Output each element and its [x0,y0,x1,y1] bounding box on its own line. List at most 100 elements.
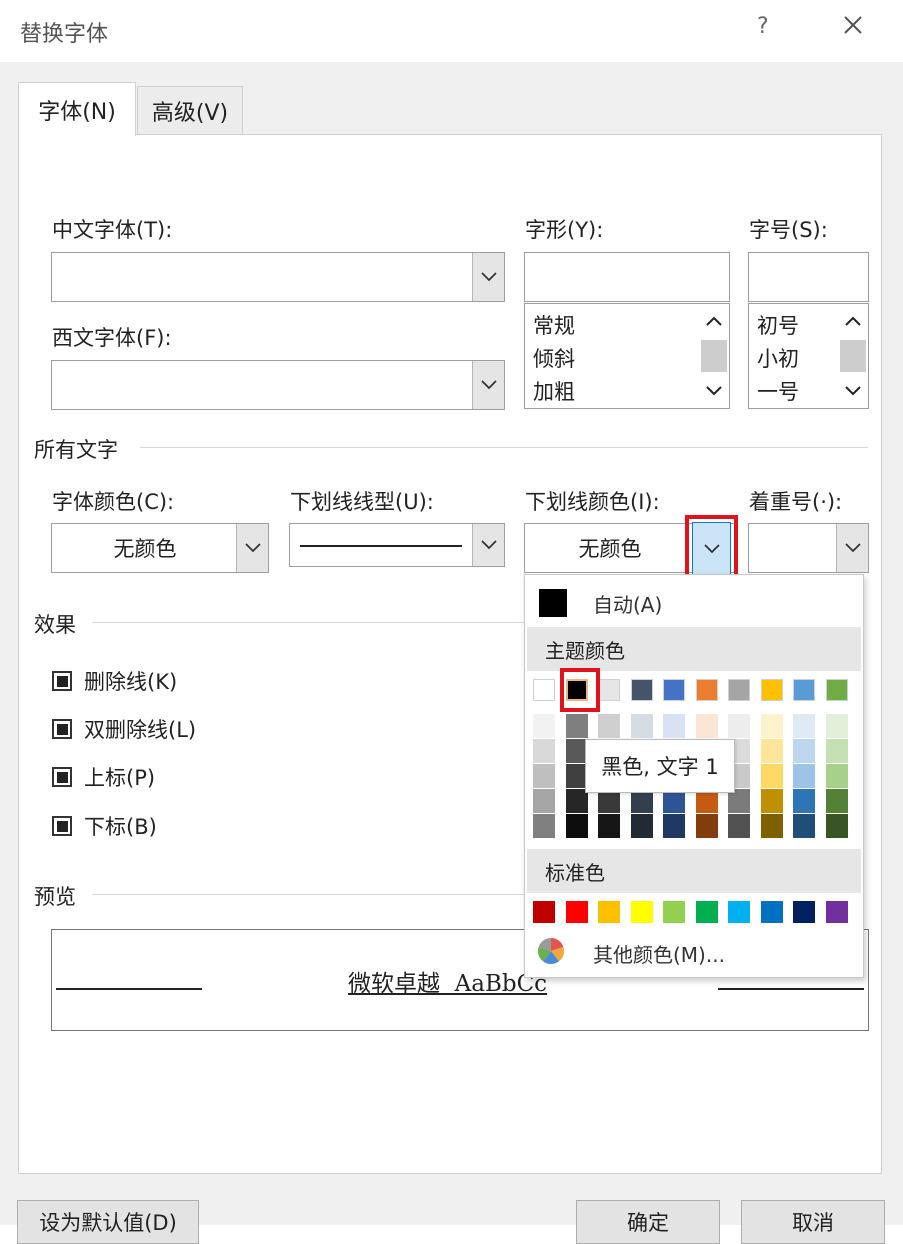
auto-color-label: 自动(A) [593,593,663,617]
theme-color-swatch[interactable] [793,679,815,701]
theme-shade-swatch[interactable] [825,714,848,738]
tab-advanced[interactable]: 高级(V) [137,86,243,134]
standard-color-swatch[interactable] [760,901,783,923]
theme-shade-swatch[interactable] [598,814,620,838]
theme-shade-swatch[interactable] [825,814,848,838]
theme-color-swatch[interactable] [630,679,653,701]
superscript-checkbox[interactable] [52,767,72,787]
standard-color-swatch[interactable] [663,901,685,923]
theme-shade-swatch[interactable] [760,764,783,788]
theme-shade-swatch[interactable] [663,814,685,838]
subscript-checkbox[interactable] [52,816,72,836]
style-item-italic[interactable]: 倾斜 [533,343,575,373]
emphasis-dropdown[interactable] [836,524,868,572]
theme-shade-swatch[interactable] [825,764,848,788]
standard-color-swatch[interactable] [630,901,653,923]
standard-color-swatch[interactable] [793,901,815,923]
theme-shade-swatch[interactable] [760,814,783,838]
chinese-font-dropdown[interactable] [472,253,504,301]
chinese-font-combo[interactable] [51,252,505,302]
theme-shade-swatch[interactable] [565,814,588,838]
theme-shade-swatch[interactable] [793,789,815,813]
theme-shade-swatch[interactable] [630,814,653,838]
tab-font[interactable]: 字体(N) [18,82,136,136]
theme-color-swatch[interactable] [728,679,750,701]
theme-shade-swatch[interactable] [793,764,815,788]
theme-shade-swatch[interactable] [630,714,653,738]
help-button[interactable]: ? [757,14,769,39]
underline-color-dropdown[interactable] [692,522,731,575]
auto-color-option[interactable]: 自动(A) [525,583,863,625]
more-colors-option[interactable]: 其他颜色(M)... [525,929,863,973]
theme-shade-swatch[interactable] [533,789,555,813]
theme-shade-swatch[interactable] [793,814,815,838]
theme-shade-swatch[interactable] [760,714,783,738]
set-default-button[interactable]: 设为默认值(D) [17,1200,199,1244]
chevron-down-icon[interactable] [706,386,722,396]
theme-shade-swatch[interactable] [825,789,848,813]
style-item-regular[interactable]: 常规 [533,310,575,340]
theme-shade-swatch[interactable] [695,714,718,738]
superscript-option[interactable]: 上标(P) [52,762,155,792]
theme-shade-swatch[interactable] [695,814,718,838]
standard-color-swatch[interactable] [598,901,620,923]
underline-style-dropdown[interactable] [472,524,504,566]
size-input[interactable] [748,252,869,302]
theme-shade-swatch[interactable] [533,814,555,838]
standard-color-swatch[interactable] [533,901,555,923]
standard-color-swatch[interactable] [565,901,588,923]
theme-color-swatch[interactable] [663,679,685,701]
style-list[interactable]: 常规 倾斜 加粗 [524,303,730,409]
theme-color-swatch[interactable] [825,679,848,701]
font-color-dropdown[interactable] [236,524,268,572]
subscript-option[interactable]: 下标(B) [52,811,157,841]
standard-color-swatch[interactable] [728,901,750,923]
preview-section-label: 预览 [34,885,76,909]
theme-shade-swatch[interactable] [663,714,685,738]
size-list[interactable]: 初号 小初 一号 [748,303,869,409]
theme-color-swatch[interactable] [695,679,718,701]
strikethrough-option[interactable]: 删除线(K) [52,666,177,696]
chevron-up-icon[interactable] [706,316,722,326]
size-item-2[interactable]: 小初 [757,343,799,373]
theme-shade-swatch[interactable] [565,714,588,738]
theme-shade-swatch[interactable] [598,714,620,738]
theme-shade-swatch[interactable] [760,739,783,763]
theme-shade-swatch[interactable] [533,764,555,788]
theme-shade-swatch[interactable] [533,714,555,738]
theme-shade-swatch[interactable] [760,789,783,813]
size-scrollbar[interactable] [838,304,868,408]
font-color-combo[interactable]: 无颜色 [51,523,269,573]
size-item-1[interactable]: 初号 [757,310,799,340]
western-font-dropdown[interactable] [472,361,504,409]
size-item-3[interactable]: 一号 [757,376,799,406]
theme-color-swatch[interactable] [760,679,783,701]
theme-shade-swatch[interactable] [728,714,750,738]
chevron-down-icon [844,543,861,553]
theme-shade-swatch[interactable] [533,739,555,763]
cancel-button[interactable]: 取消 [741,1200,885,1244]
western-font-combo[interactable] [51,360,505,410]
style-item-bold[interactable]: 加粗 [533,376,575,406]
standard-color-swatch[interactable] [695,901,718,923]
theme-shade-swatch[interactable] [728,814,750,838]
chevron-up-icon[interactable] [845,316,861,326]
chevron-down-icon[interactable] [845,386,861,396]
style-scrollbar[interactable] [699,304,729,408]
theme-shade-swatch[interactable] [825,739,848,763]
style-scroll-thumb[interactable] [701,340,727,372]
underline-style-combo[interactable] [289,523,505,567]
ok-button[interactable]: 确定 [576,1200,720,1244]
theme-color-swatch[interactable] [533,679,555,701]
strikethrough-checkbox[interactable] [52,671,72,691]
double-strikethrough-option[interactable]: 双删除线(L) [52,714,196,744]
standard-color-swatch[interactable] [825,901,848,923]
close-button[interactable] [838,10,868,40]
theme-shade-swatch[interactable] [793,714,815,738]
double-strikethrough-checkbox[interactable] [52,719,72,739]
theme-color-swatch[interactable] [598,679,620,701]
theme-shade-swatch[interactable] [793,739,815,763]
style-input[interactable] [524,252,730,302]
emphasis-combo[interactable] [748,523,869,573]
size-scroll-thumb[interactable] [840,340,866,372]
